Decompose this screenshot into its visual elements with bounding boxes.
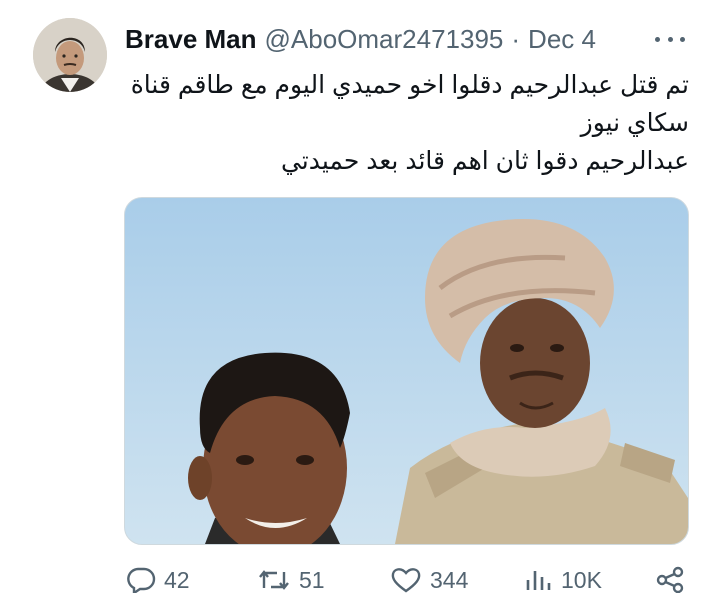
action-bar: 42 51 344 10K: [120, 566, 700, 593]
display-name[interactable]: Brave Man: [125, 24, 257, 55]
more-horizontal-icon[interactable]: [655, 26, 685, 52]
tweet-text-line: تم قتل عبدالرحيم دقلوا اخو حميدي اليوم م…: [130, 71, 689, 99]
like-count: 344: [430, 566, 469, 593]
retweet-icon: [259, 570, 289, 590]
tweet-text-line: عبدالرحيم دقوا ثان اهم قائد بعد حميدتي: [280, 147, 689, 175]
user-handle[interactable]: @AboOmar2471395: [265, 24, 504, 55]
reply-button[interactable]: 42: [126, 566, 190, 593]
views-count: 10K: [561, 566, 602, 593]
tweet-text-line: سكاي نيوز: [580, 109, 689, 137]
like-button[interactable]: 344: [390, 566, 468, 593]
tweet-photo[interactable]: [124, 197, 689, 545]
tweet-date[interactable]: Dec 4: [528, 24, 596, 55]
retweet-count: 51: [299, 566, 325, 593]
share-button[interactable]: [654, 566, 694, 593]
tweet-text: تم قتل عبدالرحيم دقلوا اخو حميدي اليوم م…: [125, 66, 689, 180]
retweet-button[interactable]: 51: [257, 566, 325, 593]
separator-dot: ·: [511, 23, 521, 54]
avatar[interactable]: [33, 18, 107, 92]
reply-count: 42: [164, 566, 190, 593]
heart-icon: [391, 568, 421, 593]
reply-icon: [127, 567, 156, 593]
share-icon: [656, 566, 684, 593]
avatar-image: [33, 18, 107, 92]
tweet-header: Brave Man @AboOmar2471395 · Dec 4: [125, 22, 596, 56]
views-button[interactable]: 10K: [523, 566, 602, 593]
views-icon: [526, 571, 551, 590]
photo-two-men: [125, 198, 688, 544]
tweet[interactable]: Brave Man @AboOmar2471395 · Dec 4 تم قتل…: [0, 0, 720, 593]
